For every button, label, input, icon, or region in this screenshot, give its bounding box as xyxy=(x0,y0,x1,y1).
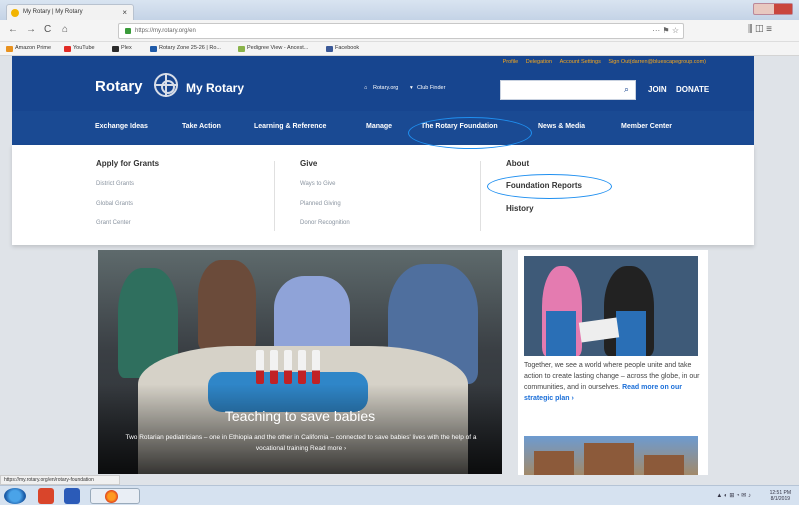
back-icon[interactable]: ← xyxy=(8,24,18,35)
system-tray-icons[interactable]: ▲ ◐ ⊞ ◔ ✉ ♪ xyxy=(716,492,751,499)
site-header: Profile Delegation Account Settings Sign… xyxy=(12,56,754,111)
menu-take-action[interactable]: Take Action xyxy=(182,123,221,130)
address-bar[interactable]: https://my.rotary.org/en ··· ⚑ ☆ xyxy=(118,23,684,39)
menu-learning-reference[interactable]: Learning & Reference xyxy=(254,123,326,130)
global-grants-link[interactable]: Global Grants xyxy=(96,201,133,207)
sign-out-link[interactable]: Sign Out(darren@bluescapegroup.com) xyxy=(608,59,706,65)
give-heading[interactable]: Give xyxy=(300,159,317,168)
strategic-plan-text: Together, we see a world where people un… xyxy=(524,360,700,404)
main-menu: Exchange Ideas Take Action Learning & Re… xyxy=(12,111,754,145)
rotary-favicon-icon xyxy=(11,9,19,17)
photo-tube xyxy=(312,350,320,384)
hero-title[interactable]: Teaching to save babies xyxy=(98,408,502,424)
browser-titlebar: My Rotary | My Rotary × xyxy=(0,0,799,20)
photo-person xyxy=(198,260,256,350)
tab-close-icon[interactable]: × xyxy=(122,8,127,17)
join-button[interactable]: JOIN xyxy=(648,85,667,94)
photo-tube xyxy=(256,350,264,384)
search-icon[interactable]: ⌕ xyxy=(624,84,629,95)
column-divider xyxy=(480,161,481,231)
library-menu-icons[interactable]: ⫼ ◫ ≡ xyxy=(748,24,772,35)
rotary-wheel-icon[interactable] xyxy=(154,73,178,97)
lock-icon xyxy=(125,28,131,34)
window-close-icon[interactable] xyxy=(774,4,792,14)
bookmark-item[interactable]: YouTube xyxy=(64,45,95,52)
menu-manage[interactable]: Manage xyxy=(366,123,392,130)
photo-vest xyxy=(616,311,646,356)
location-pin-icon: ▾ xyxy=(410,85,413,91)
delegation-link[interactable]: Delegation xyxy=(526,59,552,65)
tab-title: My Rotary | My Rotary xyxy=(23,9,83,15)
home-icon: ⌂ xyxy=(364,85,368,91)
hero-banner[interactable]: Teaching to save babies Two Rotarian ped… xyxy=(98,250,502,474)
account-settings-link[interactable]: Account Settings xyxy=(560,59,601,65)
profile-link[interactable]: Profile xyxy=(503,59,519,65)
window-controls[interactable] xyxy=(753,3,793,15)
photo-building xyxy=(534,451,574,475)
browser-tab[interactable]: My Rotary | My Rotary × xyxy=(6,4,134,20)
about-link[interactable]: About xyxy=(506,159,529,168)
donor-recognition-link[interactable]: Donor Recognition xyxy=(300,220,350,226)
photo-tube xyxy=(270,350,278,384)
side-photo xyxy=(524,256,698,356)
photo-building xyxy=(584,443,634,475)
district-grants-link[interactable]: District Grants xyxy=(96,181,134,187)
bookmark-item[interactable]: Plex xyxy=(112,45,132,52)
firefox-icon xyxy=(105,490,118,503)
foundation-reports-link[interactable]: Foundation Reports xyxy=(506,181,582,190)
grant-center-link[interactable]: Grant Center xyxy=(96,220,131,226)
browser-navbar: ← → C ⌂ https://my.rotary.org/en ··· ⚑ ☆… xyxy=(0,20,799,42)
column-divider xyxy=(274,161,275,231)
rotary-logo-text[interactable]: Rotary xyxy=(95,78,143,95)
menu-news-media[interactable]: News & Media xyxy=(538,123,585,130)
foundation-dropdown: Apply for Grants District Grants Global … xyxy=(12,145,754,245)
photo-tube xyxy=(298,350,306,384)
hero-subtitle[interactable]: Two Rotarian pediatricians – one in Ethi… xyxy=(120,432,482,454)
photo-tube xyxy=(284,350,292,384)
photo-person xyxy=(274,276,350,356)
search-input[interactable]: ⌕ xyxy=(500,80,636,100)
word-icon[interactable] xyxy=(64,488,80,504)
clock[interactable]: 12:51 PM 8/1/2019 xyxy=(770,490,791,502)
bookmark-item[interactable]: Amazon Prime xyxy=(6,45,51,52)
start-button-icon[interactable] xyxy=(4,488,26,504)
reload-icon[interactable]: C xyxy=(44,24,51,35)
bookmark-item[interactable]: Rotary Zone 25-26 | Ro... xyxy=(150,45,221,52)
status-url: https://my.rotary.org/en/rotary-foundati… xyxy=(0,475,120,485)
firefox-taskbar-item[interactable] xyxy=(90,488,140,504)
rotary-org-link[interactable]: Rotary.org xyxy=(373,85,398,91)
wheel-spoke xyxy=(154,84,178,86)
strategic-plan-card: Together, we see a world where people un… xyxy=(518,250,708,475)
clock-date: 8/1/2019 xyxy=(770,496,791,502)
history-link[interactable]: History xyxy=(506,204,534,213)
acrobat-icon[interactable] xyxy=(38,488,54,504)
home-icon[interactable]: ⌂ xyxy=(62,24,68,35)
menu-exchange-ideas[interactable]: Exchange Ideas xyxy=(95,123,148,130)
ways-to-give-link[interactable]: Ways to Give xyxy=(300,181,335,187)
bookmark-item[interactable]: Pedigree View - Ancest... xyxy=(238,45,308,52)
menu-rotary-foundation[interactable]: The Rotary Foundation xyxy=(421,123,498,130)
bookmark-item[interactable]: Facebook xyxy=(326,45,359,52)
menu-member-center[interactable]: Member Center xyxy=(621,123,672,130)
site-title[interactable]: My Rotary xyxy=(186,81,244,95)
donate-button[interactable]: DONATE xyxy=(676,85,709,94)
planned-giving-link[interactable]: Planned Giving xyxy=(300,201,341,207)
photo-building xyxy=(644,455,684,475)
page-actions-icons[interactable]: ··· ⚑ ☆ xyxy=(652,26,679,35)
apply-for-grants-heading[interactable]: Apply for Grants xyxy=(96,159,159,168)
hero-gradient xyxy=(98,384,502,474)
url-text: https://my.rotary.org/en xyxy=(135,28,196,34)
forward-icon[interactable]: → xyxy=(26,24,36,35)
city-photo xyxy=(524,436,698,475)
bookmarks-bar: Amazon Prime YouTube Plex Rotary Zone 25… xyxy=(0,42,799,56)
windows-taskbar: ▲ ◐ ⊞ ◔ ✉ ♪ 12:51 PM 8/1/2019 xyxy=(0,485,799,505)
account-links: Profile Delegation Account Settings Sign… xyxy=(497,59,706,65)
club-finder-link[interactable]: Club Finder xyxy=(417,85,445,91)
photo-vest xyxy=(546,311,576,356)
